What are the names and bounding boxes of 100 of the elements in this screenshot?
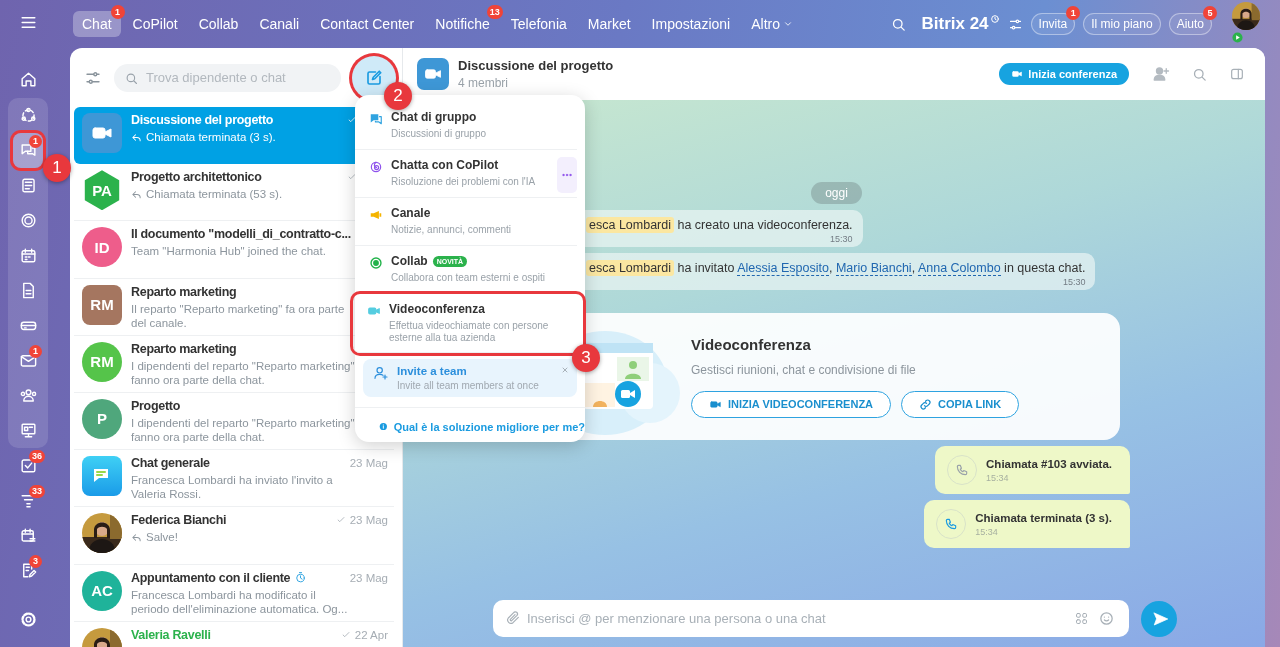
- card-button[interactable]: INIZIA VIDEOCONFERENZA: [691, 390, 892, 418]
- header-button[interactable]: Il mio piano: [1083, 13, 1161, 35]
- notification-badge: 13: [486, 5, 503, 19]
- menu-item[interactable]: Canale Notizie, annunci, commenti: [355, 198, 577, 246]
- clock-icon: [989, 14, 1000, 24]
- link-icon: [919, 397, 933, 411]
- card-title: Videoconferenza: [691, 335, 812, 353]
- user-link[interactable]: Mario Bianchi: [835, 261, 912, 276]
- smile-icon[interactable]: [1098, 610, 1115, 627]
- calendar-icon: [18, 526, 38, 545]
- ring-icon: [18, 211, 38, 230]
- call-text: Chiamata terminata (3 s).: [975, 511, 1112, 524]
- message-time: 15:34: [975, 526, 999, 537]
- avatar: AC: [82, 570, 122, 611]
- chat-bubbles-icon: [369, 112, 383, 126]
- logo: Bitrix 24: [921, 14, 989, 34]
- nav-tab[interactable]: CoPilot: [123, 11, 187, 37]
- message-preview: Team "Harmonia Hub" joined the chat.: [131, 244, 326, 259]
- user-link[interactable]: Anna Colombo: [917, 261, 1001, 276]
- notification-badge: 1: [110, 5, 125, 19]
- nav-tab[interactable]: Collab: [189, 11, 248, 37]
- chat-list-item[interactable]: Federica Bianchi 23 Mag Salve!: [74, 507, 394, 565]
- chat-date: 23 Mag: [349, 514, 388, 527]
- user-link[interactable]: Alessia Esposito: [737, 261, 829, 276]
- chat-title: Discussione del progetto: [458, 58, 614, 73]
- message-field[interactable]: Inserisci @ per menzionare una persona o una chat: [493, 600, 1129, 637]
- menu-item[interactable]: Videoconferenza Effettua videochiamate con persone esterne alla tua azienda: [353, 294, 583, 353]
- message-preview: I dipendenti del reparto "Reparto marketing" fanno ora parte della chat.: [131, 358, 356, 387]
- call-text: Chiamata #103 avviata.: [986, 457, 1112, 470]
- banner-title: Invite a team: [397, 365, 468, 377]
- notification-badge: 33: [29, 485, 45, 498]
- notification-badge: 3: [29, 555, 42, 568]
- nav-tab[interactable]: Canali: [250, 11, 309, 37]
- chat-title: Progetto: [131, 398, 180, 413]
- send-icon: [1151, 609, 1170, 628]
- chat-date: 23 Mag: [349, 457, 388, 470]
- step-badge: 1: [43, 154, 71, 182]
- message-preview: I dipendenti del reparto "Reparto marketing" fanno ora parte della chat.: [131, 415, 356, 444]
- message-preview: Salve!: [146, 530, 178, 545]
- avatar: PA: [82, 170, 122, 211]
- message-time: 15:30: [1061, 277, 1086, 287]
- nav-tab[interactable]: Market: [578, 11, 640, 37]
- banner-text: Invite all team members at once: [397, 380, 539, 391]
- chat-title: Appuntamento con il cliente: [131, 570, 291, 585]
- pencil-square-icon: [365, 68, 383, 87]
- chat-title: Il documento "modelli_di_contratto-c...: [131, 227, 351, 242]
- nav-tab[interactable]: Telefonia: [501, 11, 576, 37]
- chat-list-item[interactable]: Valeria Ravelli 22 Apr: [74, 621, 394, 647]
- spiral-icon: [369, 160, 383, 174]
- attachment-icon[interactable]: [505, 610, 521, 626]
- info-icon: [379, 420, 388, 433]
- chat-title: Discussione del progetto: [131, 113, 274, 127]
- start-conference-button[interactable]: Inizia conferenza: [999, 63, 1129, 85]
- chat-list-item[interactable]: Chat generale 23 Mag Francesca Lombardi ha inviato l'invito a Valeria Rossi.: [74, 450, 394, 508]
- user-mention[interactable]: esca Lombardi: [586, 217, 674, 233]
- system-message: esca Lombardi ha invitato Alessia Esposito, Mario Bianchi, Anna Colombo in questa chat.: [586, 259, 1086, 277]
- chat-title: Reparto marketing: [131, 284, 237, 299]
- chat-title: Chat generale: [131, 456, 210, 471]
- member-count: 4 membri: [458, 76, 509, 90]
- message-preview: Chiamata terminata (3 s).: [146, 130, 276, 144]
- chat-title: Federica Bianchi: [131, 513, 227, 528]
- send-button[interactable]: [1141, 600, 1177, 637]
- avatar: ID: [82, 227, 122, 268]
- add-user-icon: [373, 365, 389, 381]
- avatar: RM: [82, 284, 122, 325]
- nav-tab[interactable]: Impostazioni: [642, 11, 740, 37]
- notification-badge: 1: [1066, 6, 1081, 20]
- help-link[interactable]: Qual è la soluzione migliore per me?: [393, 420, 585, 433]
- calendar-icon: [18, 246, 38, 265]
- chat-title: Valeria Ravelli: [131, 627, 211, 642]
- grid-icon[interactable]: [1074, 611, 1089, 626]
- megaphone-icon: [369, 208, 383, 222]
- chat-title: Reparto marketing: [131, 341, 237, 356]
- invite-banner[interactable]: Invite a team Invite all team members at once: [363, 359, 577, 397]
- notification-badge: 36: [29, 450, 45, 463]
- menu-item[interactable]: Chatta con CoPilot Risoluzione dei problemi con l'IA: [355, 150, 577, 198]
- video-camera-icon: [367, 304, 381, 318]
- radio-icon: [369, 256, 383, 270]
- message-time: 15:30: [829, 234, 853, 244]
- nav-tab[interactable]: Contact Center: [311, 11, 424, 37]
- home-icon: [18, 70, 38, 89]
- phone-icon: [955, 463, 970, 477]
- nav-tab[interactable]: Altro: [742, 11, 802, 37]
- sidebar-panel-icon[interactable]: [1229, 66, 1245, 82]
- card-description: Gestisci riunioni, chat e condivisione di file: [691, 362, 917, 377]
- sidebar-item[interactable]: [13, 133, 43, 168]
- status-icon: [1232, 32, 1243, 43]
- chat-date: 23 Mag: [349, 571, 388, 584]
- card-button[interactable]: COPIA LINK: [901, 390, 1020, 418]
- system-message: esca Lombardi ha creato una videoconferenza.: [586, 216, 853, 234]
- notification-badge: 1: [29, 135, 42, 148]
- people-icon: [18, 386, 38, 405]
- message-preview: Il reparto "Reparto marketing" fa ora parte del canale.: [131, 301, 346, 330]
- avatar: P: [82, 398, 122, 439]
- close-icon[interactable]: [561, 366, 569, 374]
- date-divider: oggi: [811, 182, 862, 204]
- notification-badge: 5: [1203, 6, 1217, 20]
- user-mention[interactable]: esca Lombardi: [586, 260, 674, 276]
- search-field[interactable]: Trova dipendente o chat: [114, 63, 341, 92]
- chat-list-item[interactable]: AC Appuntamento con il cliente 23 Mag Francesca Lombardi ha modificato il periodo dell'eliminazione automatica. Og...: [74, 564, 394, 622]
